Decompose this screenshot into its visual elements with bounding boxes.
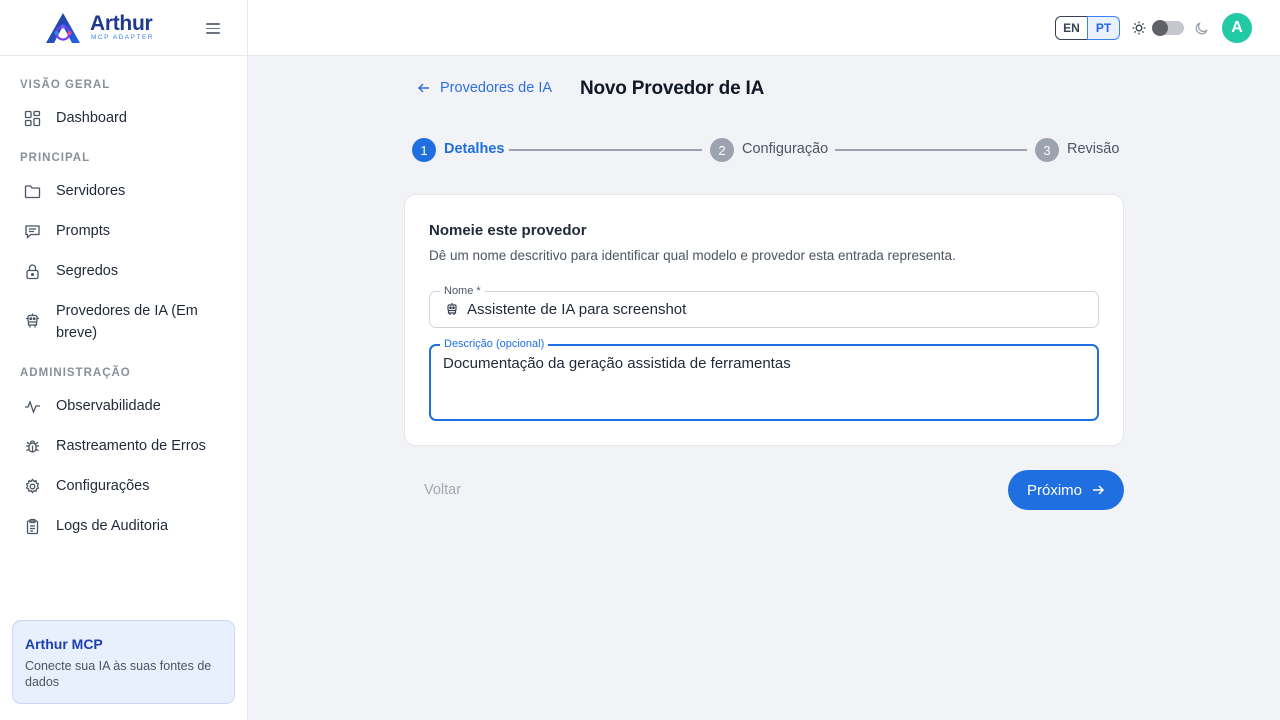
name-field[interactable]: Nome * Assistente de IA para screenshot <box>429 284 1099 328</box>
description-field-label: Descrição (opcional) <box>440 337 549 351</box>
card-description: Dê um nome descritivo para identificar q… <box>429 248 956 263</box>
activity-icon <box>24 398 41 415</box>
sidebar-item-segredos[interactable]: Segredos <box>24 262 224 282</box>
name-field-label: Nome * <box>440 284 485 298</box>
brand: Arthur MCP ADAPTER <box>0 0 247 56</box>
brand-name: Arthur <box>90 11 153 35</box>
arthur-logo-icon <box>46 12 80 43</box>
step-1-number: 1 <box>412 138 436 162</box>
description-field[interactable]: Descrição (opcional) Documentação da ger… <box>429 337 1099 421</box>
moon-icon <box>1195 22 1208 35</box>
step-3-number: 3 <box>1035 138 1059 162</box>
sidebar-item-label: Rastreamento de Erros <box>56 438 206 454</box>
step-2-number: 2 <box>710 138 734 162</box>
provider-details-card: Nomeie este provedor Dê um nome descriti… <box>404 194 1124 446</box>
language-switcher: EN PT <box>1055 16 1120 40</box>
language-en-button[interactable]: EN <box>1055 16 1088 40</box>
brand-subtitle: MCP ADAPTER <box>91 33 154 41</box>
back-link-label: Provedores de IA <box>440 80 553 96</box>
step-1-label: Detalhes <box>444 141 505 157</box>
menu-toggle-icon[interactable] <box>204 20 222 36</box>
sidebar-item-logs-de-auditoria[interactable]: Logs de Auditoria <box>24 517 224 537</box>
description-textarea[interactable]: Documentação da geração assistida de fer… <box>443 355 791 372</box>
dashboard-icon <box>24 110 41 127</box>
promo-description: Conecte sua IA às suas fontes de dados <box>25 659 212 689</box>
theme-toggle-knob <box>1152 20 1168 36</box>
next-button-label: Próximo <box>1026 481 1082 499</box>
arrow-left-icon <box>417 83 429 93</box>
gear-icon <box>24 478 41 495</box>
step-3-label: Revisão <box>1067 141 1120 157</box>
card-title: Nomeie este provedor <box>429 222 587 239</box>
sidebar-item-prompts[interactable]: Prompts <box>24 222 224 242</box>
lock-icon <box>24 263 41 280</box>
back-to-providers-link[interactable]: Provedores de IA <box>416 80 552 96</box>
promo-title: Arthur MCP <box>25 636 103 652</box>
clipboard-icon <box>24 518 41 535</box>
sidebar-item-label: Prompts <box>56 223 110 239</box>
sidebar-item-label: Logs de Auditoria <box>56 518 169 534</box>
back-button[interactable]: Voltar <box>424 482 461 498</box>
sidebar-item-servidores[interactable]: Servidores <box>24 182 224 202</box>
step-connector <box>509 149 702 151</box>
sidebar-item-label: Provedores de IA (Em breve) <box>56 303 198 341</box>
section-label-visao-geral: VISÃO GERAL <box>20 79 111 91</box>
sidebar-item-observabilidade[interactable]: Observabilidade <box>24 397 224 417</box>
sidebar-item-configuracoes[interactable]: Configurações <box>24 477 224 497</box>
sidebar: Arthur MCP ADAPTER VISÃO GERAL Dashboard… <box>0 0 248 720</box>
robot-icon <box>447 303 457 315</box>
sidebar-item-label: Segredos <box>56 263 119 279</box>
promo-card: Arthur MCP Conecte sua IA às suas fontes… <box>12 620 235 704</box>
sidebar-item-label: Configurações <box>56 478 150 494</box>
step-connector <box>835 149 1027 151</box>
bug-icon <box>24 438 41 455</box>
theme-toggle[interactable] <box>1152 20 1184 36</box>
sidebar-item-label: Observabilidade <box>56 398 161 414</box>
folder-icon <box>24 183 41 200</box>
page-title: Novo Provedor de IA <box>580 78 765 99</box>
topbar: EN PT A <box>248 0 1280 56</box>
avatar[interactable]: A <box>1222 13 1252 43</box>
sidebar-item-label: Servidores <box>56 183 126 199</box>
next-button[interactable]: Próximo <box>1008 470 1124 510</box>
sidebar-item-provedores-de-ia[interactable]: Provedores de IA (Em breve) <box>24 302 224 344</box>
language-pt-button[interactable]: PT <box>1087 16 1120 40</box>
sun-icon <box>1132 21 1146 35</box>
sidebar-item-label: Dashboard <box>56 110 127 126</box>
message-icon <box>24 223 41 240</box>
section-label-administracao: ADMINISTRAÇÃO <box>20 367 131 379</box>
robot-icon <box>24 312 41 329</box>
sidebar-item-dashboard[interactable]: Dashboard <box>24 109 224 129</box>
section-label-principal: PRINCIPAL <box>20 152 91 164</box>
step-2-label: Configuração <box>742 141 829 157</box>
arrow-right-icon <box>1093 485 1105 495</box>
name-input[interactable]: Assistente de IA para screenshot <box>467 301 686 318</box>
sidebar-item-rastreamento-de-erros[interactable]: Rastreamento de Erros <box>24 437 224 457</box>
